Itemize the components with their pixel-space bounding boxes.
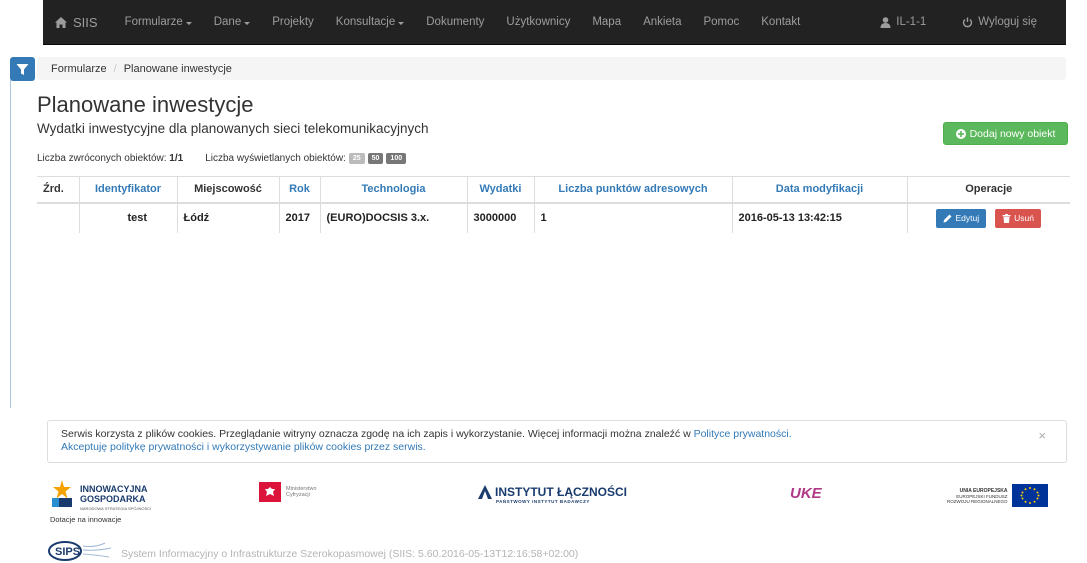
displayed-count-label: Liczba wyświetlanych obiektów: (205, 153, 346, 164)
ministry-line2: Cyfryzacji (286, 492, 310, 498)
page-size-100[interactable]: 100 (386, 153, 407, 164)
nav-right: IL-1-1 Wyloguj się (869, 16, 1066, 28)
navbar-inner: SIIS Formularze Dane Projekty Konsultacj… (43, 0, 1066, 45)
table-row: test Łódź 2017 (EURO)DOCSIS 3.x. 3000000… (37, 202, 1070, 233)
accept-cookies-link[interactable]: Akceptuję politykę prywatności i wykorzy… (61, 441, 426, 453)
cell-identyfikator: test (79, 202, 178, 233)
returned-count-label: Liczba zwróconych obiektów: (37, 153, 167, 164)
cell-data-modyfikacji: 2016-05-13 13:42:15 (732, 202, 908, 233)
filter-icon (16, 63, 29, 75)
breadcrumb-current: Planowane inwestycje (123, 62, 232, 75)
object-counts: Liczba zwróconych obiektów: 1/1 Liczba w… (37, 153, 407, 164)
cookie-text: Serwis korzysta z plików cookies. Przegl… (61, 428, 691, 440)
col-header-rok[interactable]: Rok (279, 176, 321, 204)
returned-count-value: 1/1 (169, 153, 184, 164)
plus-circle-icon (955, 128, 966, 139)
sips-logo: SIPS (48, 541, 112, 561)
cell-wydatki: 3000000 (467, 202, 535, 233)
page-title: Planowane inwestycje (37, 92, 254, 117)
ig-line1: INNOWACYJNA (80, 484, 148, 494)
brand-link[interactable]: SIIS (43, 15, 114, 30)
home-icon (55, 16, 67, 28)
navbar: SIIS Formularze Dane Projekty Konsultacj… (0, 0, 1087, 45)
nav-kontakt[interactable]: Kontakt (750, 16, 811, 28)
nav-logout[interactable]: Wyloguj się (951, 16, 1048, 28)
col-header-technologia[interactable]: Technologia (320, 176, 468, 204)
nav-dokumenty[interactable]: Dokumenty (415, 16, 495, 28)
delete-button[interactable]: Usuń (995, 208, 1042, 228)
nav-mapa[interactable]: Mapa (581, 16, 632, 28)
page-subtitle: Wydatki inwestycyjne dla planowanych sie… (37, 121, 429, 136)
cookie-notice: Serwis korzysta z plików cookies. Przegl… (47, 420, 1067, 463)
innowacyjna-gospodarka-logo: INNOWACYJNA GOSPODARKA NARODOWA STRATEGI… (50, 478, 151, 514)
col-header-miejscowosc: Miejscowość (177, 176, 280, 204)
col-header-liczba-punktow[interactable]: Liczba punktów adresowych (534, 176, 733, 204)
col-header-data-modyfikacji[interactable]: Data modyfikacji (732, 176, 908, 204)
eu-flag-icon (1011, 484, 1048, 507)
col-header-wydatki[interactable]: Wydatki (467, 176, 535, 204)
add-object-button[interactable]: Dodaj nowy obiekt (943, 122, 1068, 145)
cell-operacje: Edytuj Usuń (907, 203, 1070, 233)
add-object-label: Dodaj nowy obiekt (969, 127, 1056, 140)
cell-rok: 2017 (279, 202, 321, 233)
sidebar-divider (10, 80, 11, 408)
ue-line3: ROZWOJU REGIONALNEGO (947, 498, 1008, 504)
nav-user[interactable]: IL-1-1 (869, 16, 937, 28)
cell-liczba-punktow: 1 (534, 202, 733, 233)
il-emblem-icon (478, 485, 492, 499)
investments-table: Źrd. Identyfikator Miejscowość Rok Techn… (37, 176, 1070, 233)
ue-line2: EUROPEJSKI FUNDUSZ (956, 493, 1008, 499)
trash-icon (1002, 213, 1011, 223)
close-icon[interactable]: × (1038, 429, 1046, 442)
pencil-icon (943, 214, 952, 222)
eu-logo: UNIA EUROPEJSKA EUROPEJSKI FUNDUSZ ROZWO… (947, 484, 1048, 507)
nav-ankieta[interactable]: Ankieta (632, 16, 692, 28)
svg-text:SIPS: SIPS (55, 546, 80, 558)
page-size-25[interactable]: 25 (348, 153, 365, 164)
power-icon (963, 17, 973, 27)
ig-line3: NARODOWA STRATEGIA SPÓJNOŚCI (80, 506, 152, 511)
nav-projekty[interactable]: Projekty (261, 16, 325, 28)
page-size-50[interactable]: 50 (367, 153, 384, 164)
innovation-star-icon (52, 480, 72, 507)
ue-line1: UNIA EUROPEJSKA (959, 487, 1008, 494)
caret-down-icon (398, 21, 405, 25)
user-icon (880, 16, 891, 28)
nav-dane[interactable]: Dane (203, 16, 262, 28)
instytut-lacznosci-logo: INSTYTUT ŁĄCZNOŚCI PAŃSTWOWY INSTYTUT BA… (478, 485, 627, 504)
breadcrumb-separator: / (113, 62, 117, 75)
brand-label: SIIS (73, 14, 98, 30)
il-sub-label: PAŃSTWOWY INSTYTUT BADAWCZY (496, 499, 590, 504)
breadcrumb: Formularze / Planowane inwestycje (37, 57, 1066, 80)
il-main-label: INSTYTUT ŁĄCZNOŚCI (495, 485, 627, 499)
cell-technologia: (EURO)DOCSIS 3.x. (320, 202, 468, 233)
nav-formularze[interactable]: Formularze (114, 16, 203, 28)
nav-uzytkownicy[interactable]: Użytkownicy (495, 16, 581, 28)
cell-miejscowosc: Łódź (177, 202, 280, 233)
privacy-policy-link[interactable]: Polityce prywatności. (694, 428, 792, 440)
caret-down-icon (244, 21, 251, 25)
ministry-logo: Ministerstwo Cyfryzacji (259, 482, 317, 502)
col-header-zrd: Źrd. (37, 176, 80, 204)
uke-logo: UKE (790, 485, 822, 502)
ig-line2: GOSPODARKA (80, 494, 146, 504)
nav-pomoc[interactable]: Pomoc (692, 16, 750, 28)
system-info: System Informacyjny o Infrastrukturze Sz… (121, 548, 579, 560)
eagle-icon (259, 482, 281, 502)
filter-toggle-button[interactable] (10, 57, 35, 81)
col-header-identyfikator[interactable]: Identyfikator (79, 176, 178, 204)
caret-down-icon (185, 21, 192, 25)
ig-caption: Dotacje na innowacje (50, 515, 122, 524)
table-header-row: Źrd. Identyfikator Miejscowość Rok Techn… (37, 176, 1070, 204)
breadcrumb-link-formularze[interactable]: Formularze (51, 63, 107, 75)
nav-konsultacje[interactable]: Konsultacje (325, 16, 415, 28)
col-header-operacje: Operacje (907, 176, 1070, 204)
edit-button[interactable]: Edytuj (936, 208, 987, 228)
cell-zrd (37, 202, 80, 233)
